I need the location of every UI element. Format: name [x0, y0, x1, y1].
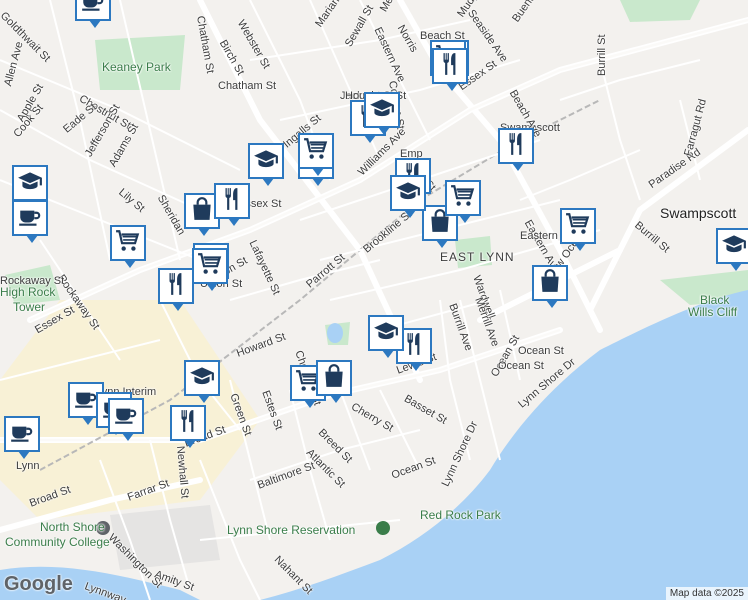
coffee-icon	[113, 401, 139, 432]
place-label: Keaney Park	[102, 60, 171, 74]
shopping-cart-icon	[450, 183, 476, 214]
shopping-bag-icon	[321, 363, 347, 394]
place-label: EAST LYNN	[440, 250, 515, 264]
poi-pin-restaurant[interactable]	[214, 183, 250, 226]
shopping-cart-icon	[197, 251, 223, 282]
poi-pin-coffee[interactable]	[12, 200, 48, 243]
poi-pin-shopping-cart[interactable]	[560, 208, 596, 251]
place-label: Community College	[5, 535, 110, 549]
shopping-bag-icon	[537, 268, 563, 299]
restaurant-icon	[175, 408, 201, 439]
poi-pin-coffee[interactable]	[4, 416, 40, 459]
coffee-icon	[80, 0, 106, 19]
place-label: Swampscott	[660, 205, 737, 221]
shopping-cart-icon	[115, 228, 141, 259]
restaurant-icon	[401, 331, 427, 362]
poi-pin-shopping-cart[interactable]	[192, 248, 228, 291]
restaurant-icon	[503, 131, 529, 162]
shopping-cart-icon	[565, 211, 591, 242]
poi-pin-school[interactable]	[184, 360, 220, 403]
google-logo[interactable]: Google	[4, 573, 73, 596]
poi-pin-shopping-cart[interactable]	[110, 225, 146, 268]
poi-pin-school[interactable]	[716, 228, 748, 271]
poi-pin-restaurant[interactable]	[158, 268, 194, 311]
restaurant-icon	[219, 186, 245, 217]
poi-pin-restaurant[interactable]	[432, 48, 468, 91]
place-label: High Rock	[0, 285, 56, 299]
poi-pin-restaurant[interactable]	[498, 128, 534, 171]
shopping-bag-icon	[189, 196, 215, 227]
poi-pin-coffee[interactable]	[108, 398, 144, 441]
shopping-cart-icon	[303, 136, 329, 167]
street-label: Burrill St	[596, 34, 608, 76]
street-label: Chatham St	[218, 80, 277, 92]
coffee-icon	[17, 203, 43, 234]
poi-pin-school[interactable]	[368, 315, 404, 358]
place-label: Wills Cliff	[688, 305, 738, 319]
school-icon	[253, 146, 279, 177]
poi-pin-shopping-bag[interactable]	[532, 265, 568, 308]
map-view[interactable]: Swampscott EAST LYNN Keaney Park High Rock T…	[0, 0, 748, 600]
poi-pin-shopping-cart[interactable]	[298, 133, 334, 176]
poi-pin-shopping-cart[interactable]	[445, 180, 481, 223]
school-icon	[17, 168, 43, 199]
poi-pin-shopping-bag[interactable]	[316, 360, 352, 403]
school-icon	[373, 318, 399, 349]
restaurant-icon	[163, 271, 189, 302]
place-label: Tower	[13, 300, 46, 314]
poi-pin-coffee[interactable]	[75, 0, 111, 28]
poi-pin-school[interactable]	[12, 165, 48, 208]
street-label: Rockaway St	[0, 275, 65, 287]
place-label: Lynn	[16, 460, 40, 472]
street-label: Ocean St	[518, 345, 564, 357]
coffee-icon	[9, 419, 35, 450]
poi-pin-restaurant[interactable]	[170, 405, 206, 448]
school-icon	[395, 178, 421, 209]
restaurant-icon	[437, 51, 463, 82]
poi-pin-school[interactable]	[364, 92, 400, 135]
poi-pin-school[interactable]	[248, 143, 284, 186]
school-icon	[369, 95, 395, 126]
school-icon	[189, 363, 215, 394]
school-icon	[721, 231, 747, 262]
poi-pin-school[interactable]	[390, 175, 426, 218]
place-label: North Shore	[40, 520, 105, 534]
place-label: Red Rock Park	[420, 508, 501, 522]
street-label: Ocean St	[498, 360, 544, 372]
map-attribution[interactable]: Map data ©2025	[665, 587, 748, 600]
place-label: Lynn Shore Reservation	[227, 523, 356, 537]
